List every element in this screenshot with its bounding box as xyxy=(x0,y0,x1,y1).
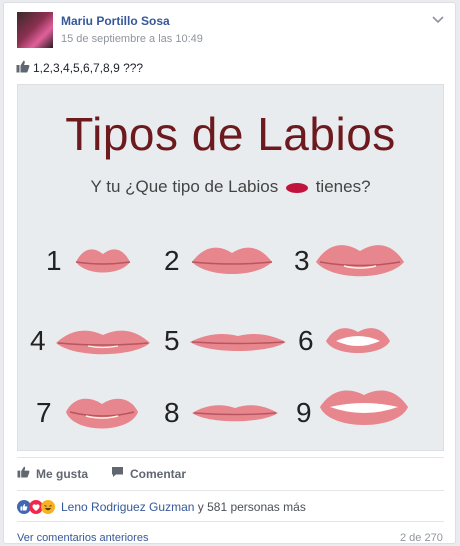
lip-shape xyxy=(56,330,150,355)
lip-shape xyxy=(316,245,404,277)
post-image[interactable]: Tipos de Labios Y tu ¿Que tipo de Labios… xyxy=(17,84,444,451)
previous-comments-link[interactable]: Ver comentarios anteriores xyxy=(17,532,148,543)
lip-shape xyxy=(326,328,390,353)
lip-shape xyxy=(191,247,273,274)
comment-button[interactable]: Comentar xyxy=(111,466,186,481)
image-subtitle-after: tienes? xyxy=(315,177,371,196)
kiss-lips-icon xyxy=(285,182,308,193)
lip-shape xyxy=(66,398,138,429)
lip-number: 4 xyxy=(30,325,46,356)
avatar[interactable] xyxy=(17,12,53,48)
like-label: Me gusta xyxy=(36,466,89,481)
divider xyxy=(17,457,444,458)
lip-shape xyxy=(75,249,131,273)
lip-shape xyxy=(190,334,286,351)
haha-reaction-icon xyxy=(41,500,55,514)
image-subtitle: Y tu ¿Que tipo de Labios tienes? xyxy=(18,177,443,197)
lip-number: 8 xyxy=(164,397,180,428)
reaction-more[interactable]: y 581 personas más xyxy=(194,500,306,514)
reaction-names[interactable]: Leno Rodriguez Guzman xyxy=(61,500,194,514)
lip-number: 2 xyxy=(164,245,180,276)
lip-number: 1 xyxy=(46,245,62,276)
lip-number: 9 xyxy=(296,397,312,428)
image-title: Tipos de Labios xyxy=(65,108,396,160)
comment-count: 2 de 270 xyxy=(400,532,443,544)
chevron-down-icon[interactable] xyxy=(432,13,444,27)
reactions-summary[interactable]: Leno Rodriguez Guzman y 581 personas más xyxy=(17,500,306,514)
thumbs-up-icon xyxy=(17,466,30,481)
divider xyxy=(17,521,444,522)
lip-number: 6 xyxy=(298,325,314,356)
lip-number: 5 xyxy=(164,325,180,356)
comment-icon xyxy=(111,466,124,481)
post-card: Mariu Portillo Sosa 15 de septiembre a l… xyxy=(3,2,456,544)
post-text-label: 1,2,3,4,5,6,7,8,9 ??? xyxy=(33,61,144,75)
divider xyxy=(17,490,444,491)
like-button[interactable]: Me gusta xyxy=(17,466,88,481)
thumbs-up-icon xyxy=(16,60,30,76)
lip-shape xyxy=(192,405,278,422)
post-text: 1,2,3,4,5,6,7,8,9 ??? xyxy=(16,60,143,76)
lip-number: 3 xyxy=(294,245,310,276)
lip-shape xyxy=(320,390,408,425)
image-subtitle-before: Y tu ¿Que tipo de Labios xyxy=(90,177,279,196)
comment-label: Comentar xyxy=(130,466,187,481)
author-name[interactable]: Mariu Portillo Sosa xyxy=(61,14,170,28)
post-date[interactable]: 15 de septiembre a las 10:49 xyxy=(61,33,203,45)
lip-number: 7 xyxy=(36,397,52,428)
